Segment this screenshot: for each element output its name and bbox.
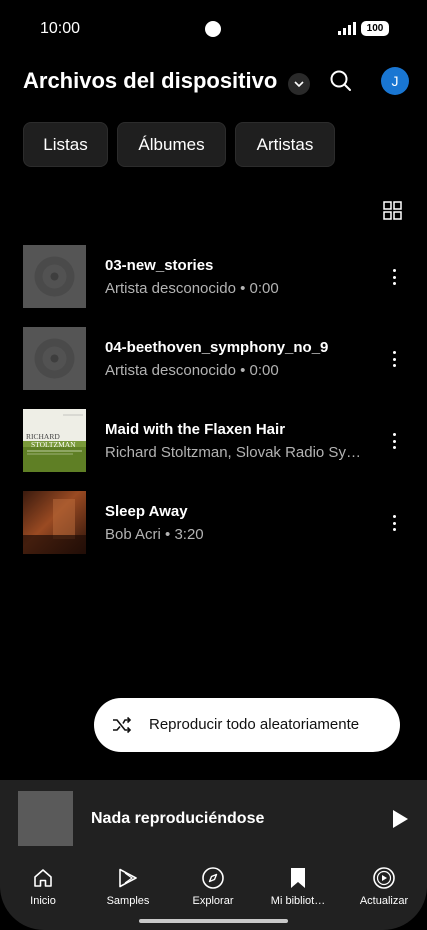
nav-samples[interactable]: Samples [88,866,168,918]
nav-label: Explorar [192,895,234,907]
nav-explorar[interactable]: Explorar [173,866,253,918]
disc-icon [34,338,75,379]
signal-icon [338,22,356,35]
chip-albumes[interactable]: Álbumes [117,122,226,167]
track-subtitle: Richard Stoltzman, Slovak Radio Symphony… [105,444,370,461]
album-cover-richard-stoltzman: RICHARD STOLTZMAN [23,409,86,472]
mini-player-title: Nada reproduciéndose [91,810,265,827]
upgrade-icon [373,867,395,889]
track-subtitle: Bob Acri • 3:20 [105,526,204,543]
chip-listas[interactable]: Listas [23,122,108,167]
track-subtitle: Artista desconocido • 0:00 [105,280,279,297]
status-bar: 10:00 100 [0,0,427,58]
avatar[interactable]: J [381,67,409,95]
album-art [23,245,86,308]
compass-icon [202,867,224,889]
camera-cutout [205,21,221,37]
track-title: 04-beethoven_symphony_no_9 [105,339,329,356]
app-screen: 10:00 100 Archivos del dispositivo J Lis… [0,0,427,930]
nav-label: Samples [106,895,150,907]
page-title: Archivos del dispositivo [23,68,278,93]
mini-player-art [18,791,73,846]
title-dropdown-button[interactable] [288,73,310,95]
status-time: 10:00 [40,20,81,37]
mini-player[interactable]: Nada reproduciéndose [0,780,427,858]
samples-icon [119,868,137,888]
filter-chips: Listas Álbumes Artistas [23,122,335,167]
track-row[interactable]: Sleep Away Bob Acri • 3:20 [0,491,427,555]
shuffle-all-button[interactable]: Reproducir todo aleatoriamente [94,698,400,752]
shuffle-icon [113,716,132,734]
track-subtitle: Artista desconocido • 0:00 [105,362,279,379]
nav-actualizar[interactable]: Actualizar [344,866,424,918]
more-options-icon[interactable] [386,431,402,451]
more-options-icon[interactable] [386,349,402,369]
grid-view-icon[interactable] [383,201,402,220]
header: Archivos del dispositivo J [0,62,427,106]
album-art [23,327,86,390]
home-indicator[interactable] [139,919,288,923]
disc-icon [34,256,75,297]
search-icon[interactable] [328,68,354,94]
track-row[interactable]: RICHARD STOLTZMAN Maid with the Flaxen H… [0,409,427,473]
track-row[interactable]: 03-new_stories Artista desconocido • 0:0… [0,245,427,309]
more-options-icon[interactable] [386,513,402,533]
track-title: Sleep Away [105,503,188,520]
album-art: RICHARD STOLTZMAN [23,409,86,472]
album-cover-sleep-away [23,491,86,554]
track-title: 03-new_stories [105,257,214,274]
svg-text:STOLTZMAN: STOLTZMAN [31,440,76,449]
chevron-down-icon [294,81,304,87]
battery-icon: 100 [361,21,389,36]
track-title: Maid with the Flaxen Hair [105,421,286,438]
nav-label: Inicio [30,895,56,907]
bookmark-icon [291,868,305,888]
nav-mi-biblioteca[interactable]: Mi bibliot… [258,866,338,918]
chip-artistas[interactable]: Artistas [235,122,335,167]
shuffle-label: Reproducir todo aleatoriamente [149,716,360,733]
more-options-icon[interactable] [386,267,402,287]
home-icon [34,869,52,887]
nav-inicio[interactable]: Inicio [3,866,83,918]
album-art [23,491,86,554]
nav-label: Actualizar [359,895,409,907]
nav-label: Mi bibliot… [270,895,326,907]
track-row[interactable]: 04-beethoven_symphony_no_9 Artista desco… [0,327,427,391]
play-icon[interactable] [390,808,410,830]
